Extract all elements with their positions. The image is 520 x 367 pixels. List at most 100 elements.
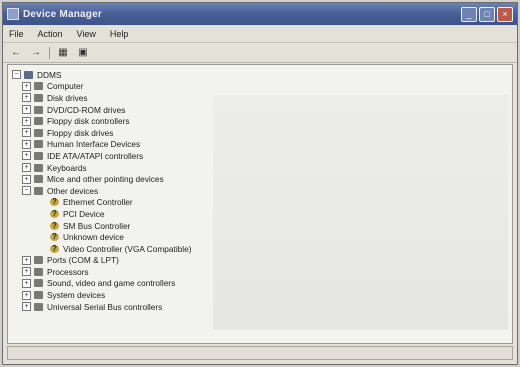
- other-devices-icon: [34, 186, 43, 195]
- sound-icon: [34, 279, 43, 288]
- tree-category[interactable]: + Human Interface Devices: [12, 139, 192, 151]
- properties-icon[interactable]: ▦: [56, 46, 70, 59]
- expand-toggle[interactable]: +: [22, 278, 31, 288]
- help-icon[interactable]: ▣: [76, 46, 90, 59]
- toolbar-separator: [49, 46, 50, 59]
- tree-category[interactable]: + Computer: [12, 81, 192, 93]
- computer-icon: [34, 82, 43, 91]
- ide-controller-icon: [34, 151, 43, 160]
- tree-category[interactable]: + Ports (COM & LPT): [12, 255, 192, 267]
- device-manager-window: Device Manager _ □ × File Action View He…: [2, 2, 518, 365]
- mouse-icon: [34, 175, 43, 184]
- tree-category[interactable]: + Processors: [12, 266, 192, 278]
- tree-category[interactable]: + System devices: [12, 289, 192, 301]
- back-arrow-icon[interactable]: ←: [9, 46, 23, 59]
- collapse-toggle[interactable]: −: [22, 186, 31, 196]
- tree-category[interactable]: + Floppy disk drives: [12, 127, 192, 139]
- tree-category[interactable]: + DVD/CD-ROM drives: [12, 104, 192, 116]
- processor-icon: [34, 267, 43, 276]
- menu-view[interactable]: View: [77, 29, 96, 39]
- unknown-device-icon: ?: [50, 244, 59, 253]
- close-button[interactable]: ×: [497, 6, 513, 22]
- toolbar: ← → ▦ ▣: [3, 43, 517, 63]
- root-label: DDMS: [37, 69, 62, 80]
- tree-category[interactable]: + Disk drives: [12, 92, 192, 104]
- expand-toggle[interactable]: +: [22, 128, 31, 138]
- expand-toggle[interactable]: +: [22, 139, 31, 149]
- expand-toggle[interactable]: +: [22, 81, 31, 91]
- title-bar[interactable]: Device Manager _ □ ×: [3, 3, 517, 25]
- tree-root[interactable]: − DDMS: [12, 69, 192, 81]
- tree-item-label: Computer: [47, 81, 84, 92]
- menu-action[interactable]: Action: [38, 29, 63, 39]
- tree-item-label: Mice and other pointing devices: [47, 174, 164, 185]
- tree-category[interactable]: + Universal Serial Bus controllers: [12, 301, 192, 313]
- expand-toggle[interactable]: +: [22, 151, 31, 161]
- menu-bar: File Action View Help: [3, 25, 517, 43]
- collapse-toggle[interactable]: −: [12, 70, 21, 80]
- window-title: Device Manager: [23, 8, 102, 20]
- computer-icon: [24, 70, 33, 79]
- hid-icon: [34, 140, 43, 149]
- tree-item-label: Video Controller (VGA Compatible): [63, 243, 192, 254]
- expand-toggle[interactable]: +: [22, 302, 31, 312]
- minimize-button[interactable]: _: [461, 6, 477, 22]
- expand-toggle[interactable]: +: [22, 267, 31, 277]
- tree-item-label: Human Interface Devices: [47, 139, 141, 150]
- tree-child-item[interactable]: ? PCI Device: [12, 208, 192, 220]
- expand-toggle[interactable]: +: [22, 105, 31, 115]
- tree-item-label: IDE ATA/ATAPI controllers: [47, 150, 144, 161]
- tree-child-item[interactable]: ? Unknown device: [12, 231, 192, 243]
- tree-item-label: Disk drives: [47, 92, 88, 103]
- tree-category[interactable]: − Other devices: [12, 185, 192, 197]
- unknown-device-icon: ?: [50, 233, 59, 242]
- forward-arrow-icon[interactable]: →: [29, 46, 43, 59]
- tree-item-label: Floppy disk drives: [47, 127, 114, 138]
- tree-item-label: Universal Serial Bus controllers: [47, 301, 163, 312]
- unknown-device-icon: ?: [50, 198, 59, 207]
- maximize-button[interactable]: □: [479, 6, 495, 22]
- tree-item-label: DVD/CD-ROM drives: [47, 104, 126, 115]
- tree-item-label: Unknown device: [63, 232, 124, 243]
- expand-toggle[interactable]: +: [22, 93, 31, 103]
- expand-toggle[interactable]: +: [22, 116, 31, 126]
- tree-item-label: SM Bus Controller: [63, 220, 131, 231]
- dvd-drive-icon: [34, 105, 43, 114]
- tree-item-label: PCI Device: [63, 208, 105, 219]
- tree-category[interactable]: + IDE ATA/ATAPI controllers: [12, 150, 192, 162]
- keyboard-icon: [34, 163, 43, 172]
- tree-item-label: Other devices: [47, 185, 99, 196]
- tree-item-label: Sound, video and game controllers: [47, 278, 176, 289]
- tree-item-label: Ethernet Controller: [63, 197, 133, 208]
- expand-toggle[interactable]: +: [22, 290, 31, 300]
- menu-help[interactable]: Help: [110, 29, 129, 39]
- expand-toggle[interactable]: +: [22, 255, 31, 265]
- unknown-device-icon: ?: [50, 221, 59, 230]
- device-tree: − DDMS + Computer + Disk drives + DVD/CD-ROM …: [12, 69, 192, 312]
- status-bar: [7, 346, 513, 360]
- disk-drive-icon: [34, 93, 43, 102]
- floppy-drive-icon: [34, 128, 43, 137]
- tree-child-item[interactable]: ? Ethernet Controller: [12, 197, 192, 209]
- tree-category[interactable]: + Sound, video and game controllers: [12, 278, 192, 290]
- unknown-device-icon: ?: [50, 209, 59, 218]
- tree-category[interactable]: + Keyboards: [12, 162, 192, 174]
- tree-child-item[interactable]: ? SM Bus Controller: [12, 220, 192, 232]
- menu-file[interactable]: File: [9, 29, 24, 39]
- tree-item-label: System devices: [47, 290, 106, 301]
- tree-item-label: Processors: [47, 266, 89, 277]
- tree-item-label: Keyboards: [47, 162, 87, 173]
- background-ghost-area: [213, 95, 508, 330]
- tree-item-label: Ports (COM & LPT): [47, 255, 119, 266]
- expand-toggle[interactable]: +: [22, 174, 31, 184]
- tree-category[interactable]: + Mice and other pointing devices: [12, 173, 192, 185]
- tree-category[interactable]: + Floppy disk controllers: [12, 115, 192, 127]
- app-icon: [7, 8, 19, 20]
- expand-toggle[interactable]: +: [22, 163, 31, 173]
- system-devices-icon: [34, 291, 43, 300]
- device-tree-pane: − DDMS + Computer + Disk drives + DVD/CD-ROM …: [7, 64, 513, 344]
- ports-icon: [34, 256, 43, 265]
- tree-child-item[interactable]: ? Video Controller (VGA Compatible): [12, 243, 192, 255]
- usb-icon: [34, 302, 43, 311]
- floppy-controller-icon: [34, 117, 43, 126]
